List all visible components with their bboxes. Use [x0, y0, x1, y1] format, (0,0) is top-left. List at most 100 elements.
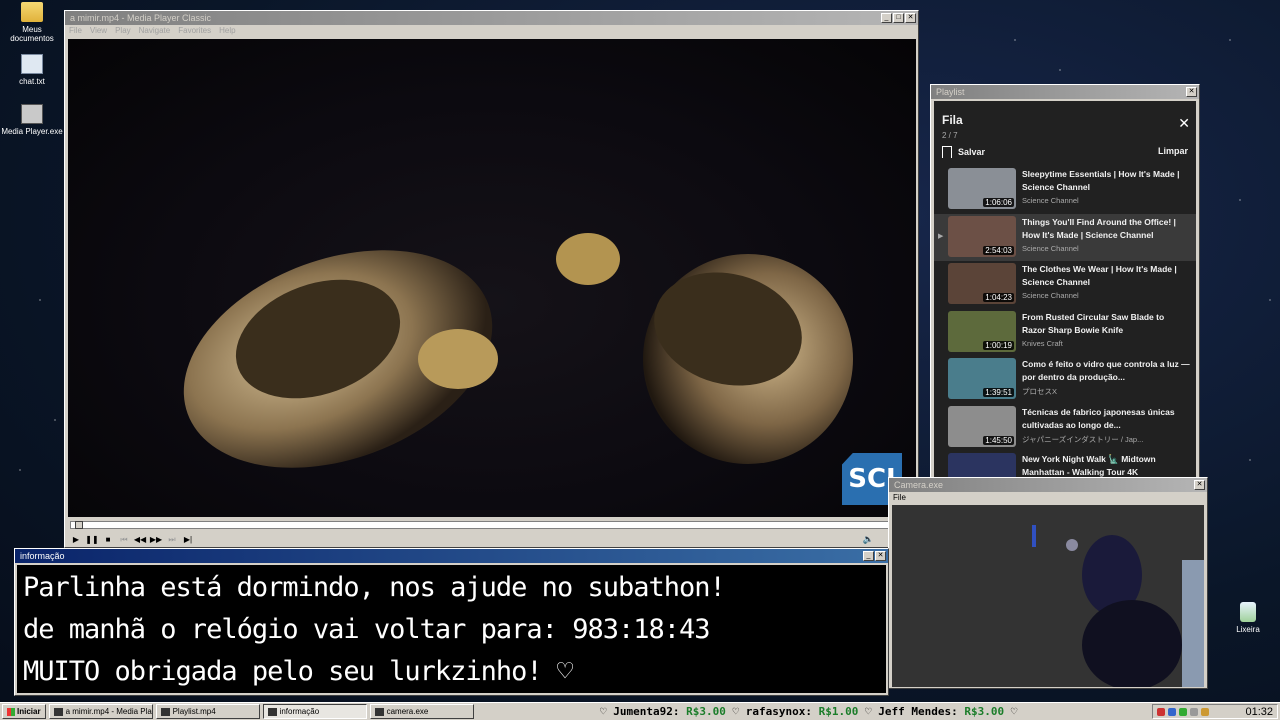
taskbar: Iniciar a mimir.mp4 - Media Playe... Pla… [0, 702, 1280, 720]
tray-icon[interactable] [1179, 707, 1187, 716]
queue-item[interactable]: 1:04:23 The Clothes We Wear | How It's Ma… [934, 261, 1196, 309]
clear-button[interactable]: Limpar [1158, 146, 1188, 158]
tray-icon[interactable] [1190, 707, 1198, 716]
now-playing-icon: ▶ [938, 232, 944, 240]
desktop-icon-documents[interactable]: Meus documentos [0, 2, 64, 43]
queue-item[interactable]: 1:39:51 Como é feito o vidro que controla… [934, 356, 1196, 404]
desktop-icon-media-player[interactable]: Media Player.exe [0, 104, 64, 136]
taskbar-item-label: a mimir.mp4 - Media Playe... [65, 707, 152, 716]
minimize-button[interactable]: _ [881, 13, 892, 23]
desktop-icon-recycle-bin[interactable]: Lixeira [1216, 602, 1280, 634]
menu-navigate[interactable]: Navigate [139, 26, 171, 36]
window-title: Camera.exe [894, 480, 944, 490]
fast-forward-icon[interactable]: ▶▶ [149, 534, 163, 546]
donation-amount: R$3.00 [686, 705, 726, 718]
close-button[interactable]: ✕ [905, 13, 916, 23]
channel-name: Science Channel [1022, 196, 1079, 205]
start-button[interactable]: Iniciar [2, 704, 46, 719]
taskbar-item-info[interactable]: informação [262, 704, 367, 719]
tray-icon[interactable] [1157, 707, 1165, 716]
donation-amount: R$1.00 [818, 705, 859, 718]
video-title[interactable]: From Rusted Circular Saw Blade to Razor … [1022, 311, 1190, 337]
minimize-button[interactable]: _ [863, 551, 874, 561]
queue-item[interactable]: 1:45:50 Técnicas de fabrico japonesas úni… [934, 404, 1196, 452]
donation-amount: R$3.00 [964, 705, 1005, 718]
next-icon[interactable]: ⏭ [165, 534, 179, 546]
menu-favorites[interactable]: Favorites [178, 26, 211, 36]
app-icon [160, 707, 170, 716]
previous-icon[interactable]: ⏮ [117, 534, 131, 546]
app-icon [53, 707, 63, 716]
seek-thumb[interactable] [75, 521, 84, 529]
video-thumbnail[interactable] [948, 453, 1016, 477]
menu-view[interactable]: View [90, 26, 107, 36]
video-duration: 1:00:19 [983, 340, 1014, 350]
volume-icon[interactable]: 🔈 [863, 534, 874, 545]
playlist-window[interactable]: Playlist ✕ Fila 2 / 7 ✕ Salvar Limpar 1:… [930, 84, 1200, 480]
video-duration: 2:54:03 [983, 245, 1014, 255]
video-thumbnail[interactable]: 1:06:06 [948, 168, 1016, 209]
taskbar-item-media-player[interactable]: a mimir.mp4 - Media Playe... [48, 704, 153, 719]
queue-item[interactable]: 1:06:06 Sleepytime Essentials | How It's … [934, 166, 1196, 214]
taskbar-item-playlist[interactable]: Playlist.mp4 [155, 704, 260, 719]
menu-play[interactable]: Play [115, 26, 131, 36]
menu-help[interactable]: Help [219, 26, 235, 36]
media-player-titlebar[interactable]: a mimir.mp4 - Media Player Classic _ □ ✕ [65, 11, 918, 25]
video-title[interactable]: New York Night Walk 🗽 Midtown Manhattan … [1022, 453, 1190, 477]
video-title[interactable]: Técnicas de fabrico japonesas únicas cul… [1022, 406, 1190, 432]
video-title[interactable]: The Clothes We Wear | How It's Made | Sc… [1022, 263, 1190, 289]
close-button[interactable]: ✕ [1186, 87, 1197, 97]
video-frame[interactable]: SCI [68, 39, 916, 517]
playlist-titlebar[interactable]: Playlist ✕ [931, 85, 1199, 99]
rewind-icon[interactable]: ◀◀ [133, 534, 147, 546]
taskbar-item-label: Playlist.mp4 [172, 707, 216, 716]
folder-icon [21, 2, 43, 22]
app-icon [267, 707, 277, 716]
media-player-window[interactable]: a mimir.mp4 - Media Player Classic _ □ ✕… [64, 10, 919, 548]
start-label: Iniciar [17, 707, 41, 716]
tray-icon[interactable] [1201, 707, 1209, 716]
tray-icon[interactable] [1168, 707, 1176, 716]
stop-icon[interactable]: ■ [101, 534, 115, 546]
desktop-icon-chat[interactable]: chat.txt [0, 54, 64, 86]
video-title[interactable]: Como é feito o vidro que controla a luz … [1022, 358, 1190, 384]
close-button[interactable]: ✕ [875, 551, 886, 561]
taskbar-item-label: camera.exe [386, 707, 429, 716]
clock: 01:32 [1245, 705, 1273, 718]
queue-item[interactable]: 1:00:19 From Rusted Circular Saw Blade to… [934, 309, 1196, 357]
video-thumbnail[interactable]: 1:45:50 [948, 405, 1016, 447]
bookmark-icon [942, 146, 952, 158]
maximize-button[interactable]: □ [893, 13, 904, 23]
queue-item[interactable]: New York Night Walk 🗽 Midtown Manhattan … [934, 451, 1196, 477]
video-title[interactable]: Things You'll Find Around the Office! | … [1022, 216, 1190, 242]
close-icon[interactable]: ✕ [1178, 115, 1190, 132]
menu-bar: File View Play Navigate Favorites Help [65, 25, 918, 37]
video-thumbnail[interactable]: 2:54:03 [948, 215, 1016, 257]
info-message: Parlinha está dormindo, nos ajude no sub… [17, 565, 886, 693]
menu-file[interactable]: File [69, 26, 82, 36]
frame-step-icon[interactable]: ▶| [181, 534, 195, 546]
camera-titlebar[interactable]: Camera.exe ✕ [889, 478, 1207, 492]
camera-window[interactable]: Camera.exe ✕ File [888, 477, 1208, 689]
heart-icon: ♡ [864, 705, 872, 718]
video-thumbnail[interactable]: 1:39:51 [948, 358, 1016, 399]
video-title[interactable]: Sleepytime Essentials | How It's Made | … [1022, 168, 1190, 194]
close-button[interactable]: ✕ [1194, 480, 1205, 490]
queue-list: 1:06:06 Sleepytime Essentials | How It's … [934, 166, 1196, 477]
queue-item[interactable]: ▶ 2:54:03 Things You'll Find Around the Of… [934, 213, 1196, 261]
video-thumbnail[interactable]: 1:04:23 [948, 263, 1016, 304]
exe-icon [21, 104, 43, 124]
info-titlebar[interactable]: informação _ ✕ [15, 549, 888, 563]
video-thumbnail[interactable]: 1:00:19 [948, 310, 1016, 352]
info-window[interactable]: informação _ ✕ Parlinha está dormindo, n… [14, 548, 889, 696]
taskbar-item-camera[interactable]: camera.exe [369, 704, 474, 719]
save-button[interactable]: Salvar [942, 146, 985, 158]
play-icon[interactable]: ▶ [69, 534, 83, 546]
channel-name: ジャパニーズインダストリー / Jap... [1022, 434, 1144, 444]
desktop-icon-label: Meus documentos [10, 25, 54, 43]
video-picture [183, 233, 853, 468]
seek-bar[interactable] [70, 521, 914, 529]
pause-icon[interactable]: ❚❚ [85, 534, 99, 546]
queue-heading: Fila [942, 113, 963, 127]
menu-file[interactable]: File [893, 493, 906, 503]
